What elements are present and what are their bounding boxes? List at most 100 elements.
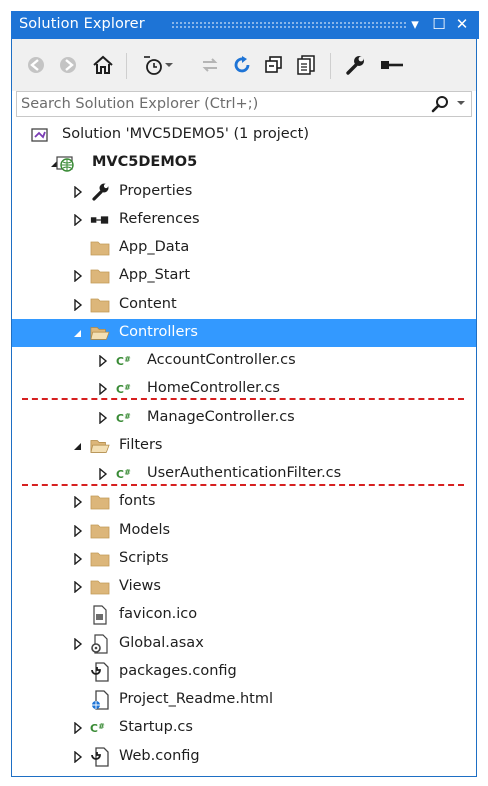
tree-item-label: App_Start [119, 267, 190, 284]
config-file-icon [90, 746, 110, 767]
tree-item[interactable]: References [12, 206, 476, 234]
close-icon[interactable]: ✕ [452, 14, 472, 34]
folder-icon [90, 521, 110, 541]
tree-item-label: Global.asax [119, 634, 204, 651]
tree-item[interactable]: Models [12, 517, 476, 545]
expand-arrow-icon[interactable] [73, 722, 83, 735]
refresh-icon [234, 56, 250, 73]
search-options-dropdown-icon[interactable] [457, 101, 465, 105]
folder-icon [90, 549, 110, 569]
tree-item[interactable]: Controllers [12, 318, 476, 347]
sync-active-document-button[interactable] [198, 53, 222, 77]
tree-item-label: Solution 'MVC5DEMO5' (1 project) [62, 126, 309, 142]
tree-item-label: MVC5DEMO5 [92, 154, 198, 171]
properties-icon [346, 56, 364, 75]
tree-item-label: Web.config [119, 747, 200, 764]
tree-item-label: AccountController.cs [147, 352, 296, 368]
svg-text:#: # [124, 468, 130, 477]
forward-icon [60, 57, 76, 73]
tree-item-label: Project_Readme.html [119, 691, 273, 707]
expand-arrow-icon[interactable] [73, 552, 83, 565]
svg-text:#: # [124, 383, 130, 392]
show-all-files-button[interactable] [294, 53, 318, 77]
tree-item[interactable]: Solution 'MVC5DEMO5' (1 project) [12, 121, 476, 149]
solution-icon [30, 125, 50, 145]
csharp-file-icon: C # [116, 464, 136, 484]
tree-item[interactable]: packages.config [12, 658, 476, 686]
svg-text:#: # [98, 722, 104, 731]
expand-arrow-icon[interactable] [98, 468, 108, 480]
collapse-arrow-icon[interactable] [73, 327, 83, 339]
tree-item-label: Content [119, 295, 177, 312]
tree-item[interactable]: Web.config [12, 743, 476, 771]
svg-text:C: C [90, 722, 98, 735]
expand-arrow-icon[interactable] [73, 581, 83, 593]
forward-button[interactable] [56, 53, 80, 77]
tree-item[interactable]: C # ManageController.cs [12, 404, 476, 432]
back-button[interactable] [24, 53, 48, 77]
svg-text:#: # [124, 355, 130, 364]
search-input[interactable] [17, 92, 431, 116]
tree-item[interactable]: App_Data [12, 234, 476, 262]
tree-item-label: ManageController.cs [147, 408, 295, 425]
tree-item[interactable]: fonts [12, 488, 476, 516]
tree-item-label: Filters [119, 436, 163, 453]
tree-item-label: Controllers [119, 323, 198, 340]
properties-button[interactable] [343, 53, 367, 77]
tree-item-label: Models [119, 521, 171, 538]
maximize-icon[interactable]: ☐ [429, 14, 449, 34]
tree-item-label: Scripts [119, 549, 169, 566]
expand-arrow-icon[interactable] [73, 185, 83, 198]
tree-item[interactable]: C # AccountController.cs [12, 347, 476, 375]
title-bar[interactable]: Solution Explorer ▾ ☐ ✕ [11, 11, 479, 39]
folder-open-icon [90, 323, 110, 343]
collapse-all-button[interactable] [262, 53, 286, 77]
tree-item-label: Views [119, 578, 161, 594]
svg-text:C: C [116, 355, 124, 368]
tree-item[interactable]: Properties [12, 178, 476, 206]
title-bar-grip[interactable] [171, 21, 406, 29]
expand-arrow-icon[interactable] [98, 411, 108, 424]
expand-arrow-icon[interactable] [73, 496, 83, 509]
search-icon[interactable] [431, 95, 449, 113]
folder-icon [90, 266, 110, 286]
tree-item[interactable]: Content [12, 291, 476, 319]
tree-item[interactable]: App_Start [12, 262, 476, 290]
annotation-dashed-line [22, 484, 464, 486]
refresh-button[interactable] [230, 53, 254, 77]
svg-text:C: C [116, 468, 124, 481]
tree-item[interactable]: Scripts [12, 545, 476, 573]
preview-selected-items-button[interactable] [378, 53, 406, 77]
toolbar-separator [330, 53, 331, 79]
tree-item[interactable]: C # Startup.cs [12, 714, 476, 742]
expand-arrow-icon[interactable] [73, 298, 83, 311]
tree-item-label: Properties [119, 182, 193, 199]
solution-explorer-window: Solution Explorer ▾ ☐ ✕ Search Solution … [11, 11, 479, 777]
folder-icon [90, 295, 110, 315]
svg-text:C: C [116, 412, 124, 425]
tree-item-label: App_Data [119, 239, 190, 255]
expand-arrow-icon[interactable] [73, 637, 83, 650]
csharp-file-icon: C # [116, 351, 136, 371]
expand-arrow-icon[interactable] [73, 213, 83, 226]
tree-item[interactable]: MVC5DEMO5 [12, 149, 476, 177]
tree-item[interactable]: Project_Readme.html [12, 686, 476, 714]
tree-item-label: HomeController.cs [147, 380, 280, 397]
pending-changes-dropdown[interactable] [162, 53, 176, 77]
expand-arrow-icon[interactable] [73, 750, 83, 763]
expand-arrow-icon[interactable] [73, 270, 83, 283]
folder-icon [90, 492, 110, 512]
tree-item-label: UserAuthenticationFilter.cs [147, 465, 342, 481]
expand-arrow-icon[interactable] [98, 383, 108, 396]
search-box[interactable] [16, 91, 472, 117]
tree-item[interactable]: Global.asax [12, 630, 476, 658]
window-menu-dropdown-icon[interactable]: ▾ [405, 14, 425, 34]
collapse-arrow-icon[interactable] [73, 440, 83, 452]
home-button[interactable] [91, 53, 115, 77]
tree-item[interactable]: favicon.ico [12, 601, 476, 629]
tree-item[interactable]: Filters [12, 432, 476, 460]
expand-arrow-icon[interactable] [98, 355, 108, 367]
tree-item[interactable]: Views [12, 573, 476, 601]
svg-text:#: # [124, 411, 130, 420]
expand-arrow-icon[interactable] [73, 524, 83, 537]
